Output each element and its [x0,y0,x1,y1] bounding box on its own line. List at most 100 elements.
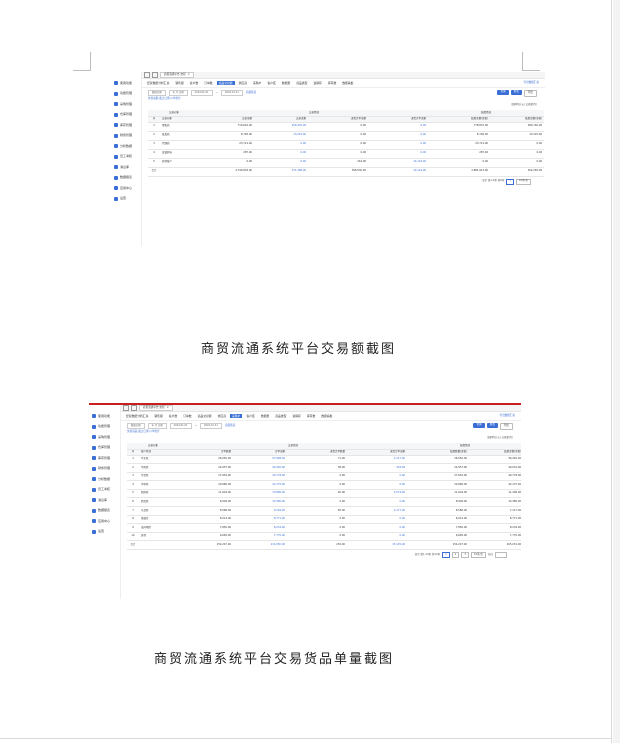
page-button[interactable]: 2 [451,552,460,559]
table-row[interactable]: 5 西南区 11,604.00 13,880.00 40.00 2,574.00 11,60… [127,489,521,499]
home-icon[interactable] [131,405,137,411]
table-row[interactable]: 5 其他客户 0.00 0.00 244.00 14,124.00 0.00 0.00 [148,158,545,168]
page-button[interactable]: 3 [461,552,469,559]
table-row[interactable]: 8 港澳台 8,014.00 8,771.00 0.00 0.00 8,014.00 8,77… [127,515,521,525]
sidebar-item[interactable]: 设置 [111,194,141,205]
period-select[interactable]: 年 月 日期 [147,423,167,429]
sidebar-item[interactable]: 数据报表 [89,506,120,517]
date-type-select[interactable]: 数据日期 [148,90,166,96]
sidebar-item[interactable]: 使用功能 [111,78,141,89]
sidebar-item[interactable]: 财务管理 [89,464,120,475]
sidebar-item[interactable]: 功能管理 [89,422,120,433]
sidebar-item[interactable]: 设置 [89,527,120,538]
advanced-filter-link[interactable]: 高级筛选 [225,424,235,428]
page-size-select[interactable]: 10条/页 [515,178,531,185]
nav-tab[interactable]: 销售额 [173,81,185,86]
sidebar-item[interactable]: 应用中心 [111,183,141,194]
nav-tab[interactable]: 订单数 [202,81,214,86]
sidebar-item[interactable]: 员工考核 [89,485,120,496]
nav-tab[interactable]: 销售额 [152,414,164,419]
sidebar-item[interactable]: 消息库 [111,162,141,173]
nav-tab[interactable]: 进销存 [311,81,323,86]
sidebar-item[interactable]: 库存管理 [111,120,141,131]
open-tab[interactable]: 商贸流通平台 交易 × [139,405,173,411]
start-date-input[interactable]: 2024-01-01 [169,423,192,429]
goto-page-input[interactable] [495,552,507,559]
table-row[interactable]: 3 代理商 23,721.00 0.00 0.00 0.00 23,721.00 0.00 [148,140,545,150]
nav-tab[interactable]: 客户数 [167,414,179,419]
nav-tab[interactable]: 数据看板 [340,81,355,86]
open-tab[interactable]: 商贸流通平台 交易 × [160,72,194,78]
table-row[interactable]: 合计 154,247.00 211,830.00 232.00 15,125.00 154… [127,540,521,551]
table-row[interactable]: 10 其他 6,665.00 7,770.00 0.00 0.00 6,665.00 7,77… [127,532,521,542]
nav-tab[interactable]: 经营数据分析汇总 [145,81,171,86]
sidebar-item[interactable]: 库存管理 [89,453,120,464]
nav-tab[interactable]: 数据看板 [319,414,334,419]
table-row[interactable]: 6 西北区 8,909.00 13,380.00 0.00 0.00 8,909.00 13,… [127,497,521,508]
nav-tab[interactable]: 采购户 [230,413,243,419]
close-icon[interactable]: × [167,406,169,410]
start-date-input[interactable]: 2024-01-01 [190,90,213,96]
sidebar-item[interactable]: 采购管理 [111,99,141,110]
page-size-select[interactable]: 10条/页 [470,552,486,559]
scrollbar[interactable] [613,0,620,743]
export-summary-link[interactable]: 导出数据汇总 [499,414,515,418]
nav-tab[interactable]: 数据量 [259,414,271,419]
sidebar-item[interactable]: 采购管理 [89,432,120,443]
nav-tab[interactable]: 商品类型 [294,81,309,86]
sidebar-item[interactable]: 仓库管理 [89,443,120,454]
sidebar-item[interactable]: 分析数据 [89,474,120,485]
nav-tab[interactable]: 商品交易额 [196,414,214,419]
table-row[interactable]: 4 华中区 20,680.00 22,175.00 0.00 0.00 20,680.00 2… [127,480,521,490]
nav-tab[interactable]: 客户数 [188,81,200,86]
nav-tab[interactable]: 客户区 [244,414,256,419]
period-select[interactable]: 年 月 日期 [168,90,188,96]
menu-icon[interactable] [123,405,129,411]
sidebar-item[interactable]: 消息库 [89,495,120,506]
page-button[interactable]: 1 [506,178,514,185]
nav-tab[interactable]: 供应商 [216,414,228,419]
nav-tab[interactable]: 订单数 [181,414,193,419]
sidebar-item[interactable]: 数据报表 [111,173,141,184]
nav-tab[interactable]: 库存数 [326,81,338,86]
nav-tab[interactable]: 商品交易额 [216,80,235,86]
export-button[interactable]: 导出 [499,422,513,430]
table-row[interactable]: 3 华北区 27,652.00 29,778.00 0.00 0.00 27,652.00 2… [127,472,521,482]
search-button[interactable]: 查询 [497,89,509,95]
table-row[interactable]: 2 批发商 8,746.00 13,225.00 0.00 0.00 8,746.00 13,… [148,131,545,141]
table-row[interactable]: 9 海外地区 7,850.00 8,234.00 0.00 0.00 7,850.00 8,2… [127,523,521,533]
table-row[interactable]: 7 东北区 8,566.00 9,294.00 83.00 2,177.00 8,566.0… [127,506,521,516]
sidebar-item[interactable]: 应用中心 [89,516,120,527]
sidebar-item[interactable]: 仓库管理 [111,110,141,121]
nav-tab[interactable]: 采购户 [251,81,263,86]
advanced-filter-link[interactable]: 高级筛选 [246,91,256,95]
table-row[interactable]: 4 连锁超市 287.00 0.00 0.00 0.00 287.00 0.00 [148,149,545,159]
sidebar-item[interactable]: 功能管理 [111,89,141,100]
page-button[interactable]: 1 [442,552,450,559]
nav-tab[interactable]: 进销存 [290,414,302,419]
export-summary-link[interactable]: 导出数据汇总 [523,81,539,85]
table-row[interactable]: 1 华东区 26,050.00 57,898.00 71.00 2,117.00 26,05… [127,455,521,465]
nav-tab[interactable]: 商品类型 [273,414,288,419]
sidebar-item[interactable]: 员工考核 [111,152,141,163]
nav-tab[interactable]: 客户区 [265,81,277,86]
menu-icon[interactable] [144,72,150,78]
export-button[interactable]: 导出 [523,89,537,97]
close-icon[interactable]: × [188,73,190,77]
sidebar-item[interactable]: 财务管理 [111,131,141,142]
sidebar-item[interactable]: 分析数据 [111,141,141,152]
reset-button[interactable]: 重置 [510,89,522,95]
table-row[interactable]: 2 华南区 24,957.00 40,450.00 38.00 418.00 24,957.… [127,463,521,473]
end-date-input[interactable]: 2024-01-31 [220,90,243,96]
nav-tab[interactable]: 经营数据分析汇总 [124,414,150,419]
reset-button[interactable]: 重置 [486,422,498,428]
sidebar-item[interactable]: 使用功能 [89,411,120,422]
table-row[interactable]: 合计 2,749,803.00 371,368.00 398,530.00 14,124… [148,167,545,177]
end-date-input[interactable]: 2024-01-31 [199,423,222,429]
nav-tab[interactable]: 库存数 [305,414,317,419]
home-icon[interactable] [152,72,158,78]
nav-tab[interactable]: 数据量 [280,81,292,86]
table-row[interactable]: 1 零售商 710,624.00 209,476.00 0.00 0.00 778,837.… [148,122,545,132]
nav-tab[interactable]: 供应商 [237,81,249,86]
search-button[interactable]: 查询 [473,422,485,428]
